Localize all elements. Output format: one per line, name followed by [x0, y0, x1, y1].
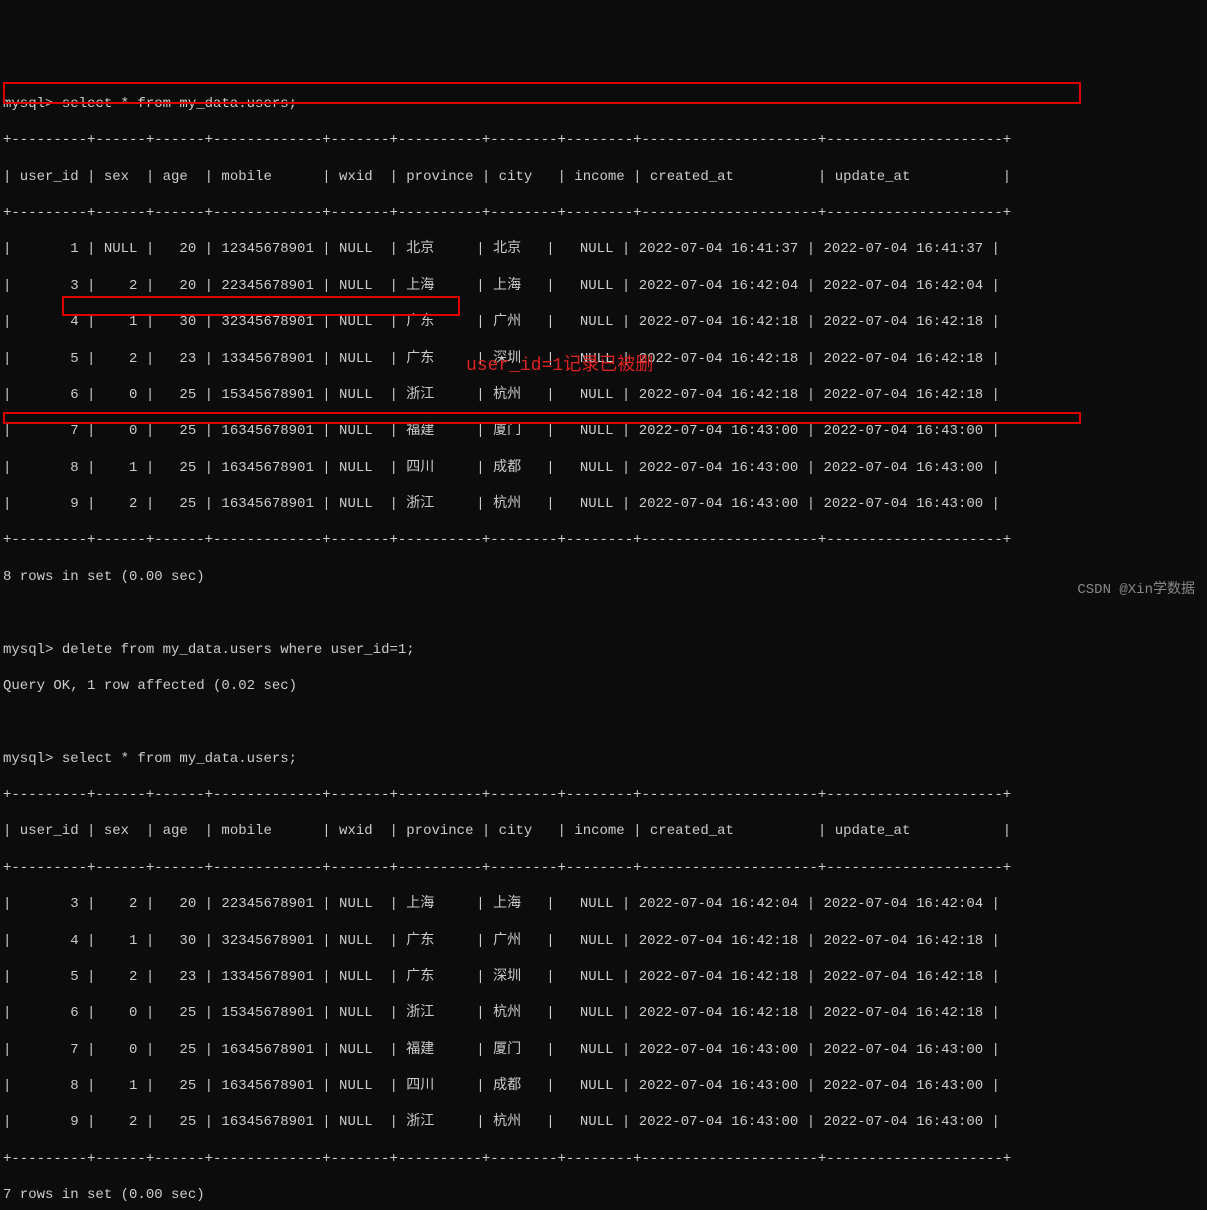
query2-result: Query OK, 1 row affected (0.02 sec)	[3, 677, 1204, 695]
table1-border-mid: +---------+------+------+-------------+-…	[3, 204, 1204, 222]
table-row: | 7 | 0 | 25 | 16345678901 | NULL | 福建 |…	[3, 1041, 1204, 1059]
table-row: | 8 | 1 | 25 | 16345678901 | NULL | 四川 |…	[3, 1077, 1204, 1095]
table-row: | 9 | 2 | 25 | 16345678901 | NULL | 浙江 |…	[3, 495, 1204, 513]
terminal-output: mysql> select * from my_data.users; +---…	[3, 77, 1204, 1210]
query1-prompt[interactable]: mysql> select * from my_data.users;	[3, 95, 1204, 113]
table2-border-bot: +---------+------+------+-------------+-…	[3, 1150, 1204, 1168]
blank-line	[3, 604, 1204, 622]
table-row: | 6 | 0 | 25 | 15345678901 | NULL | 浙江 |…	[3, 1004, 1204, 1022]
query3-result: 7 rows in set (0.00 sec)	[3, 1186, 1204, 1204]
table-row: | 1 | NULL | 20 | 12345678901 | NULL | 北…	[3, 240, 1204, 258]
table1-border-top: +---------+------+------+-------------+-…	[3, 131, 1204, 149]
table1-border-bot: +---------+------+------+-------------+-…	[3, 531, 1204, 549]
table1-header: | user_id | sex | age | mobile | wxid | …	[3, 168, 1204, 186]
annotation-text: user_id=1记录已被删	[466, 355, 653, 378]
table-row: | 4 | 1 | 30 | 32345678901 | NULL | 广东 |…	[3, 932, 1204, 950]
table-row: | 9 | 2 | 25 | 16345678901 | NULL | 浙江 |…	[3, 1113, 1204, 1131]
query1-result: 8 rows in set (0.00 sec)	[3, 568, 1204, 586]
blank-line	[3, 713, 1204, 731]
table-row: | 8 | 1 | 25 | 16345678901 | NULL | 四川 |…	[3, 459, 1204, 477]
query2-prompt[interactable]: mysql> delete from my_data.users where u…	[3, 641, 1204, 659]
table-row: | 7 | 0 | 25 | 16345678901 | NULL | 福建 |…	[3, 422, 1204, 440]
table2-border-mid: +---------+------+------+-------------+-…	[3, 859, 1204, 877]
watermark: CSDN @Xin学数据	[1077, 581, 1195, 599]
table-row: | 3 | 2 | 20 | 22345678901 | NULL | 上海 |…	[3, 895, 1204, 913]
table-row: | 5 | 2 | 23 | 13345678901 | NULL | 广东 |…	[3, 968, 1204, 986]
table2-border-top: +---------+------+------+-------------+-…	[3, 786, 1204, 804]
table2-header: | user_id | sex | age | mobile | wxid | …	[3, 822, 1204, 840]
table-row: | 4 | 1 | 30 | 32345678901 | NULL | 广东 |…	[3, 313, 1204, 331]
table-row: | 3 | 2 | 20 | 22345678901 | NULL | 上海 |…	[3, 277, 1204, 295]
query3-prompt[interactable]: mysql> select * from my_data.users;	[3, 750, 1204, 768]
table-row: | 6 | 0 | 25 | 15345678901 | NULL | 浙江 |…	[3, 386, 1204, 404]
